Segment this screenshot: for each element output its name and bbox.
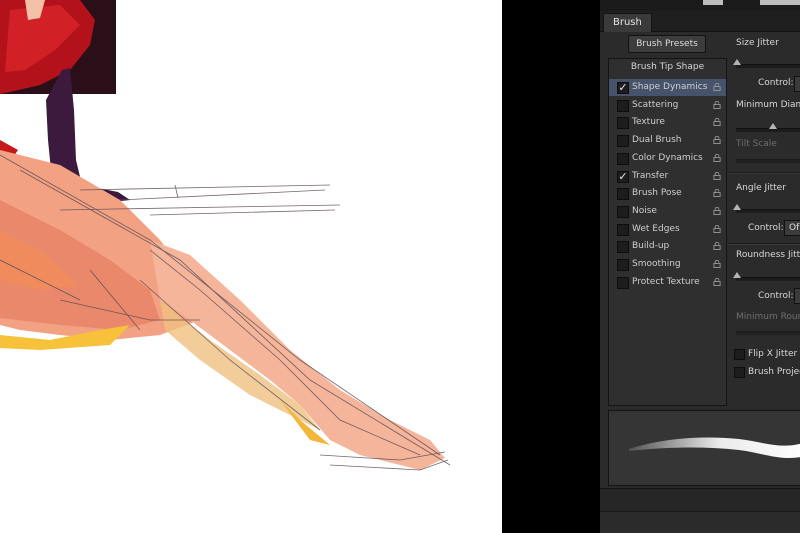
swatch-strip: [703, 0, 723, 5]
brush-projection-checkbox[interactable]: [734, 367, 745, 378]
lock-icon[interactable]: [713, 100, 721, 109]
minimum-diameter-slider-thumb[interactable]: [769, 123, 777, 129]
option-checkbox[interactable]: [617, 259, 629, 271]
tab-brush[interactable]: Brush: [603, 13, 652, 32]
minimum-roundness-slider: [736, 331, 800, 335]
brush-projection-label: Brush Projec: [748, 367, 800, 377]
roundness-jitter-slider-thumb[interactable]: [733, 272, 741, 278]
brush-option-color-dynamics[interactable]: Color Dynamics: [609, 150, 726, 167]
stroke-preview: [608, 410, 800, 486]
brush-option-wet-edges[interactable]: Wet Edges: [609, 221, 726, 238]
lock-icon[interactable]: [713, 171, 721, 180]
section-divider: [728, 243, 800, 245]
size-jitter-slider-thumb[interactable]: [733, 59, 741, 65]
brush-option-protect-texture[interactable]: Protect Texture: [609, 274, 726, 291]
option-label: Color Dynamics: [632, 152, 703, 163]
roundness-control-select[interactable]: [794, 288, 800, 304]
size-control-select[interactable]: [794, 76, 800, 92]
option-checkbox[interactable]: [617, 152, 629, 165]
option-label: Noise: [632, 205, 657, 216]
option-checkbox[interactable]: [617, 241, 629, 254]
minimum-diameter-label: Minimum Diamet: [736, 100, 800, 110]
brush-presets-button[interactable]: Brush Presets: [628, 35, 706, 53]
panel-footer: [600, 511, 800, 533]
control-label: Control:: [748, 223, 784, 233]
flip-x-jitter-checkbox[interactable]: [734, 349, 745, 360]
shape-dynamics-settings: Size Jitter Control: Minimum Diamet Tilt…: [728, 32, 800, 408]
option-label: Protect Texture: [632, 276, 700, 287]
option-checkbox[interactable]: ✓: [617, 170, 629, 183]
option-label: Scattering: [632, 99, 679, 110]
roundness-jitter-slider[interactable]: [736, 277, 800, 281]
brush-option-shape-dynamics[interactable]: ✓ Shape Dynamics: [609, 79, 726, 96]
option-label: Brush Pose: [632, 188, 682, 199]
size-jitter-label: Size Jitter: [736, 38, 779, 48]
minimum-diameter-slider[interactable]: [736, 128, 800, 132]
brush-option-scattering[interactable]: Scattering: [609, 97, 726, 114]
lock-icon[interactable]: [713, 189, 721, 198]
lock-icon[interactable]: [713, 118, 721, 127]
option-label: Wet Edges: [632, 223, 680, 234]
sketch-artwork: [0, 0, 451, 471]
control-label: Control:: [758, 291, 794, 301]
minimum-roundness-label: Minimum Round: [736, 312, 800, 322]
section-divider: [728, 172, 800, 174]
document-canvas[interactable]: [0, 0, 502, 533]
lock-icon[interactable]: [713, 136, 721, 145]
tilt-scale-label: Tilt Scale: [736, 139, 777, 149]
brush-option-brush-pose[interactable]: Brush Pose: [609, 185, 726, 202]
option-checkbox[interactable]: [617, 223, 629, 236]
lock-icon[interactable]: [713, 153, 721, 162]
option-checkbox[interactable]: [617, 205, 629, 218]
option-checkbox[interactable]: [617, 99, 629, 112]
brush-panel: Brush Brush Presets Brush Tip Shape ✓ Sha…: [600, 0, 800, 533]
workspace-background: [502, 0, 600, 533]
option-checkbox[interactable]: ✓: [617, 82, 629, 94]
roundness-jitter-label: Roundness Jitter: [736, 250, 800, 260]
lock-icon[interactable]: [713, 260, 721, 268]
option-checkbox[interactable]: [617, 135, 629, 148]
brush-option-transfer[interactable]: ✓ Transfer: [609, 168, 726, 185]
panel-top-strip: [600, 0, 800, 11]
lock-icon[interactable]: [713, 242, 721, 251]
option-label: Dual Brush: [632, 135, 682, 146]
stroke-preview-graphic: [629, 437, 800, 458]
lock-icon[interactable]: [713, 277, 721, 286]
brush-option-smoothing[interactable]: Smoothing: [609, 256, 726, 273]
angle-jitter-slider-thumb[interactable]: [733, 204, 741, 210]
brush-options-list: Brush Tip Shape ✓ Shape Dynamics Scatterin…: [608, 58, 727, 406]
option-label: Shape Dynamics: [632, 82, 708, 92]
option-checkbox[interactable]: [617, 188, 629, 201]
brush-option-build-up[interactable]: Build-up: [609, 238, 726, 255]
lock-icon[interactable]: [713, 224, 721, 233]
brush-option-noise[interactable]: Noise: [609, 203, 726, 220]
panel-bottom-bar: [600, 488, 800, 511]
option-label: Texture: [632, 117, 665, 128]
brush-option-texture[interactable]: Texture: [609, 114, 726, 131]
angle-control-select[interactable]: Of: [784, 220, 800, 236]
angle-jitter-slider[interactable]: [736, 209, 800, 213]
control-label: Control:: [758, 78, 794, 88]
tilt-scale-slider: [736, 159, 800, 163]
size-jitter-slider[interactable]: [736, 64, 800, 68]
swatch-strip: [760, 0, 800, 5]
brush-option-dual-brush[interactable]: Dual Brush: [609, 132, 726, 149]
panel-tab-bar: Brush: [600, 11, 800, 32]
lock-icon[interactable]: [713, 206, 721, 215]
flip-x-jitter-label: Flip X Jitter: [748, 349, 798, 359]
option-label: Build-up: [632, 241, 670, 252]
brush-tip-shape-item[interactable]: Brush Tip Shape: [609, 62, 726, 72]
option-checkbox[interactable]: [617, 117, 629, 130]
lock-icon[interactable]: [713, 83, 721, 91]
option-checkbox[interactable]: [617, 276, 629, 289]
option-label: Smoothing: [632, 259, 681, 269]
angle-jitter-label: Angle Jitter: [736, 183, 786, 193]
option-label: Transfer: [632, 170, 669, 181]
